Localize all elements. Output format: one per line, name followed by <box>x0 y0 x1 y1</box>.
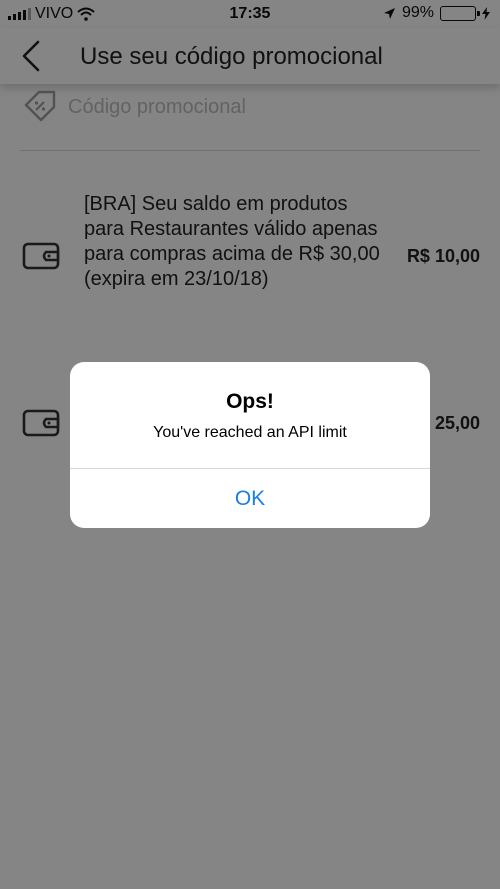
alert-dialog: Ops! You've reached an API limit OK <box>70 362 430 528</box>
alert-message: You've reached an API limit <box>153 424 347 441</box>
ok-button[interactable]: OK <box>70 469 430 528</box>
alert-title: Ops! <box>226 390 274 413</box>
